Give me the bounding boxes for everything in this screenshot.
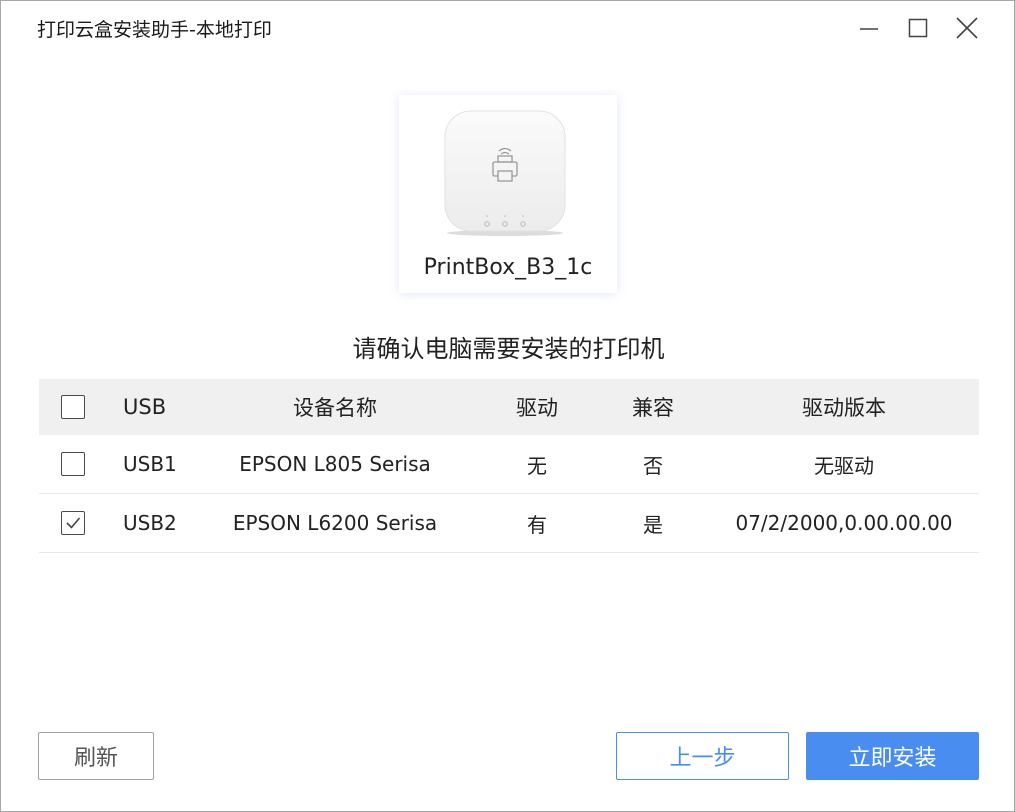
install-now-button[interactable]: 立即安装 xyxy=(806,732,979,780)
row-compatible: 是 xyxy=(643,512,663,537)
row-usb: USB1 xyxy=(123,452,177,476)
table-header: USB 设备名称 驱动 兼容 驱动版本 xyxy=(39,379,979,435)
row-usb: USB2 xyxy=(123,511,177,535)
row-device-name: EPSON L6200 Serisa xyxy=(232,511,438,535)
select-all-cell xyxy=(61,379,85,435)
header-device-name: 设备名称 xyxy=(293,396,377,420)
back-button[interactable]: 上一步 xyxy=(616,732,789,780)
device-card: PrintBox_B3_1c xyxy=(399,95,617,293)
row-checkbox-usb1[interactable] xyxy=(61,452,85,476)
table-row[interactable]: USB2 EPSON L6200 Serisa 有 是 07/2/2000,0.… xyxy=(39,494,979,553)
minimize-button[interactable] xyxy=(854,13,884,43)
table-row[interactable]: USB1 EPSON L805 Serisa 无 否 无驱动 xyxy=(39,435,979,494)
checkmark-icon xyxy=(66,517,81,529)
header-usb: USB xyxy=(123,395,167,419)
row-device-name: EPSON L805 Serisa xyxy=(239,452,431,476)
refresh-button[interactable]: 刷新 xyxy=(38,732,154,780)
header-driver-version: 驱动版本 xyxy=(802,396,886,420)
header-driver: 驱动 xyxy=(516,396,558,420)
minimize-icon xyxy=(860,28,878,30)
header-compatible: 兼容 xyxy=(632,396,674,420)
maximize-icon xyxy=(908,18,928,38)
row-driver: 有 xyxy=(527,512,547,537)
install-prompt: 请确认电脑需要安装的打印机 xyxy=(352,335,665,363)
close-icon xyxy=(956,17,978,39)
row-driver-version: 无驱动 xyxy=(814,453,874,478)
row-driver: 无 xyxy=(527,453,547,478)
window-title: 打印云盒安装助手-本地打印 xyxy=(37,19,272,41)
title-bar: 打印云盒安装助手-本地打印 xyxy=(1,1,1014,53)
printer-table: USB 设备名称 驱动 兼容 驱动版本 USB1 EPSON L805 Seri… xyxy=(39,379,979,553)
select-all-checkbox[interactable] xyxy=(61,395,85,419)
row-checkbox-usb2[interactable] xyxy=(61,511,85,535)
printbox-device-image xyxy=(444,110,566,236)
row-compatible: 否 xyxy=(643,453,663,478)
device-name: PrintBox_B3_1c xyxy=(423,255,593,280)
app-window: 打印云盒安装助手-本地打印 PrintBox_B3_1c 请确认电脑需要安装的打… xyxy=(0,0,1015,812)
maximize-button[interactable] xyxy=(903,13,933,43)
close-button[interactable] xyxy=(952,13,982,43)
row-driver-version: 07/2/2000,0.00.00.00 xyxy=(735,511,953,535)
